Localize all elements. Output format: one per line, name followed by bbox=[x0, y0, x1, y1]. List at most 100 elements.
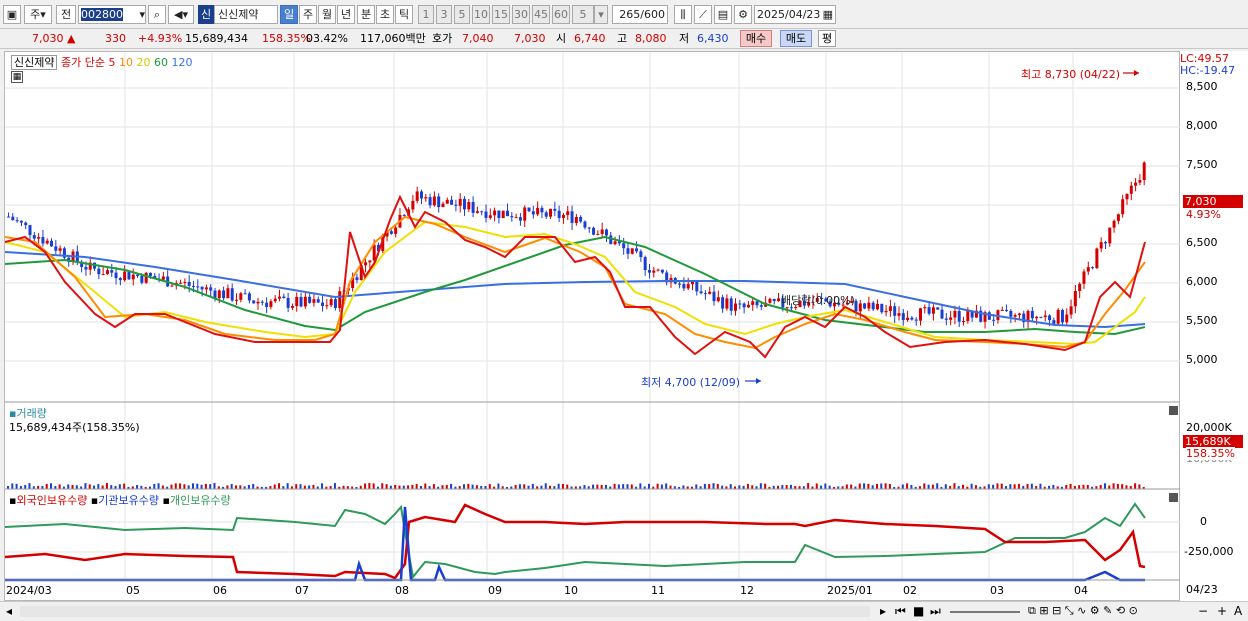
x-axis-end-label: 04/23 bbox=[1186, 583, 1218, 596]
volume-bar bbox=[708, 484, 711, 489]
volume-close-icon[interactable] bbox=[1169, 406, 1178, 415]
sell-button[interactable]: 매도 bbox=[780, 30, 812, 47]
interval-45[interactable]: 45 bbox=[532, 5, 550, 24]
candle-body bbox=[536, 207, 540, 215]
buy-button[interactable]: 매수 bbox=[740, 30, 772, 47]
change-value: 330 bbox=[105, 32, 126, 45]
horizontal-scrollbar[interactable] bbox=[20, 606, 870, 617]
candle-body bbox=[187, 281, 191, 286]
candle-body bbox=[19, 220, 23, 223]
sound-icon[interactable]: ◀▾ bbox=[168, 5, 194, 24]
zoom-in-icon[interactable]: + bbox=[1217, 604, 1227, 618]
scroll-left-icon[interactable]: ◂ bbox=[6, 604, 12, 618]
candle-body bbox=[897, 313, 901, 316]
candle-body bbox=[936, 307, 940, 310]
volume-value: 15,689,434 bbox=[185, 32, 248, 45]
price-tick: 5,500 bbox=[1186, 314, 1218, 327]
tab-year[interactable]: 년 bbox=[337, 5, 355, 24]
price-tick: 8,000 bbox=[1186, 119, 1218, 132]
interval-15[interactable]: 15 bbox=[492, 5, 510, 24]
tab-minute[interactable]: 분 bbox=[357, 5, 375, 24]
window-icon[interactable]: ▣ bbox=[3, 5, 21, 24]
date-field[interactable]: 2025/04/23 ▦ bbox=[754, 5, 836, 24]
volume-bar bbox=[450, 483, 453, 489]
holdings-close-icon[interactable] bbox=[1169, 493, 1178, 502]
stock-code-input[interactable]: 002800 ▾ bbox=[78, 5, 146, 24]
volume-bar bbox=[93, 485, 96, 489]
count-total: /600 bbox=[640, 8, 665, 21]
avg-button[interactable]: 평 bbox=[818, 30, 836, 47]
candle-body bbox=[480, 211, 484, 213]
candle-body bbox=[1142, 162, 1146, 181]
candle-body bbox=[746, 304, 750, 308]
candle-body bbox=[222, 290, 226, 299]
candle-body bbox=[695, 281, 699, 292]
stop-icon[interactable]: ■ bbox=[913, 604, 924, 618]
volume-bar bbox=[278, 483, 281, 489]
volume-bar bbox=[987, 484, 990, 489]
volume-bar bbox=[867, 483, 870, 489]
candle-body bbox=[101, 274, 105, 276]
candle-body bbox=[105, 270, 109, 275]
line-chart-icon[interactable]: ⟋ bbox=[694, 5, 712, 24]
candle-body bbox=[506, 210, 510, 217]
tab-day[interactable]: 일 bbox=[280, 5, 298, 24]
candle-icon[interactable]: ⫼ bbox=[674, 5, 692, 24]
table-icon[interactable]: ▦ bbox=[11, 71, 23, 83]
institution-holdings-line bbox=[5, 506, 1145, 582]
stock-name-field[interactable]: 신신제약 bbox=[214, 5, 278, 24]
legend-series-label: 종가 단순 bbox=[60, 56, 105, 69]
bid-price: 7,030 bbox=[514, 32, 546, 45]
next-page-icon[interactable]: ⏭ bbox=[930, 604, 941, 618]
chart-area[interactable]: 신신제약 종가 단순 5 10 20 60 120 ▦ 최고 8,730 (04… bbox=[4, 51, 1181, 601]
count-field[interactable]: 265/600 bbox=[612, 5, 668, 24]
volume-bar bbox=[540, 485, 543, 489]
candle-body bbox=[127, 271, 131, 280]
interval-dropdown[interactable]: ▾ bbox=[594, 5, 608, 24]
candle-body bbox=[204, 287, 208, 290]
stock-name-box[interactable]: 신신제약 bbox=[11, 55, 58, 70]
interval-10[interactable]: 10 bbox=[472, 5, 490, 24]
candle-body bbox=[738, 303, 742, 305]
prev-button[interactable]: 전 bbox=[56, 5, 76, 24]
scroll-toolbar: ◂ ▸ ⏮ ■ ⏭ ⧉ ⊞ ⊟ ⤡ ∿ ⚙ ✎ ⟲ ⊙ − + A bbox=[0, 601, 1248, 621]
high-price: 8,080 bbox=[635, 32, 667, 45]
period-select[interactable]: 주▾ bbox=[24, 5, 52, 24]
tab-second[interactable]: 초 bbox=[376, 5, 394, 24]
volume-bar bbox=[518, 484, 521, 489]
candle-body bbox=[58, 248, 62, 251]
candle-body bbox=[523, 207, 527, 221]
volume-bar bbox=[944, 484, 947, 489]
volume-bar bbox=[884, 483, 887, 489]
first-page-icon[interactable]: ⏮ bbox=[895, 604, 906, 618]
tab-month[interactable]: 월 bbox=[318, 5, 336, 24]
save-icon[interactable]: ▤ bbox=[714, 5, 732, 24]
volume-bar bbox=[463, 484, 465, 489]
tab-tick[interactable]: 틱 bbox=[395, 5, 413, 24]
interval-5[interactable]: 5 bbox=[454, 5, 470, 24]
chart-tools-icons[interactable]: ⧉ ⊞ ⊟ ⤡ ∿ ⚙ ✎ ⟲ ⊙ bbox=[1028, 604, 1138, 618]
candle-body bbox=[7, 216, 10, 218]
interval-3[interactable]: 3 bbox=[436, 5, 452, 24]
interval-input[interactable]: 5 bbox=[572, 5, 594, 24]
candle-body bbox=[316, 299, 320, 303]
gear-icon[interactable]: ⚙ bbox=[734, 5, 752, 24]
font-size-icon[interactable]: A bbox=[1234, 604, 1242, 618]
candle-body bbox=[514, 217, 518, 219]
candle-body bbox=[260, 301, 264, 303]
interval-30[interactable]: 30 bbox=[512, 5, 530, 24]
scroll-right-icon[interactable]: ▸ bbox=[880, 604, 886, 618]
zoom-slider[interactable] bbox=[950, 611, 1020, 613]
current-price: 7,030 bbox=[32, 32, 64, 45]
tab-week[interactable]: 주 bbox=[299, 5, 317, 24]
candle-body bbox=[549, 208, 553, 217]
interval-1[interactable]: 1 bbox=[418, 5, 434, 24]
zoom-out-icon[interactable]: − bbox=[1198, 604, 1208, 618]
interval-60[interactable]: 60 bbox=[552, 5, 570, 24]
search-icon[interactable]: ⌕ bbox=[148, 5, 166, 24]
candle-body bbox=[630, 248, 634, 254]
volume-bar bbox=[613, 483, 616, 489]
volume-bar bbox=[368, 483, 371, 489]
candle-body bbox=[437, 196, 441, 208]
volume-bar bbox=[235, 485, 237, 489]
